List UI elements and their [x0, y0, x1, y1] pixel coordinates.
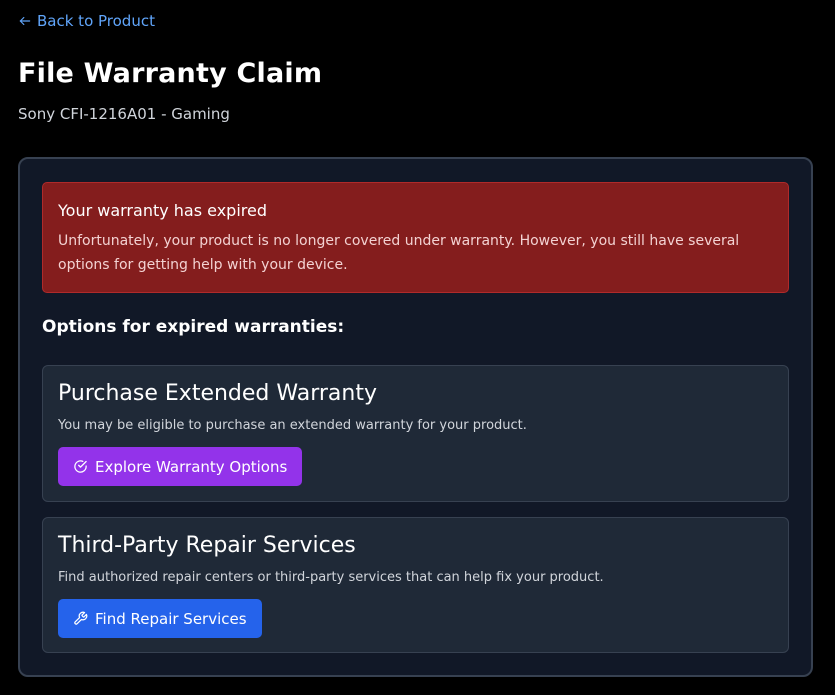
claim-panel: Your warranty has expired Unfortunately,…: [18, 157, 813, 677]
back-to-product-link[interactable]: Back to Product: [18, 12, 155, 30]
explore-warranty-options-label: Explore Warranty Options: [95, 457, 288, 476]
alert-title: Your warranty has expired: [58, 201, 268, 220]
back-link-label: Back to Product: [37, 12, 155, 30]
warranty-claim-page: Back to Product File Warranty Claim Sony…: [0, 0, 835, 695]
check-circle-icon: [74, 460, 87, 473]
product-name: Sony CFI-1216A01 - Gaming: [18, 105, 230, 123]
alert-message: Unfortunately, your product is no longer…: [58, 233, 740, 273]
find-repair-services-label: Find Repair Services: [95, 609, 247, 628]
options-heading: Options for expired warranties:: [42, 317, 345, 337]
repair-services-title: Third-Party Repair Services: [58, 533, 356, 558]
extended-warranty-description: You may be eligible to purchase an exten…: [58, 418, 527, 433]
extended-warranty-title: Purchase Extended Warranty: [58, 381, 377, 406]
explore-warranty-options-button[interactable]: Explore Warranty Options: [58, 447, 303, 486]
wrench-icon: [74, 611, 88, 625]
arrow-left-icon: [19, 16, 31, 26]
repair-services-description: Find authorized repair centers or third-…: [58, 570, 604, 585]
extended-warranty-card: Purchase Extended Warranty You may be el…: [42, 365, 789, 502]
find-repair-services-button[interactable]: Find Repair Services: [58, 599, 262, 638]
page-title: File Warranty Claim: [18, 58, 323, 89]
repair-services-card: Third-Party Repair Services Find authori…: [42, 517, 789, 653]
warranty-expired-alert: Your warranty has expired Unfortunately,…: [42, 182, 789, 293]
